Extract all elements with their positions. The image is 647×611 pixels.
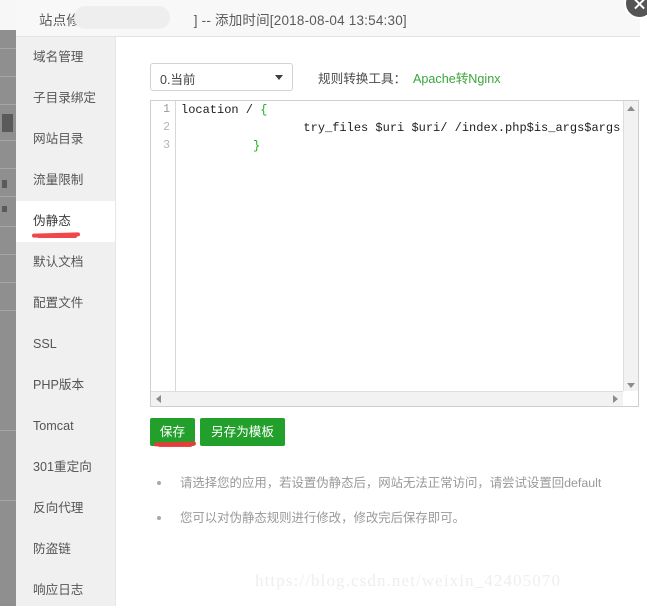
apache-to-nginx-link[interactable]: Apache转Nginx [413, 68, 501, 87]
sidebar-item-label: 网站目录 [33, 132, 84, 146]
scroll-up-icon[interactable] [627, 106, 635, 111]
code-brace: } [253, 139, 261, 153]
sidebar-item-label: SSL [33, 337, 57, 351]
sidebar-item-label: 301重定向 [33, 460, 92, 474]
code-line: try_files $uri $uri/ /index.php$is_args$… [181, 119, 622, 137]
sidebar-item-default-document[interactable]: 默认文档 [16, 242, 115, 283]
scrollbar-corner [623, 391, 638, 406]
note-item: 请选择您的应用，若设置伪静态后，网站无法正常访问，请尝试设置回default [149, 475, 619, 491]
note-text: 您可以对伪静态规则进行修改，修改完后保存即可。 [180, 511, 465, 525]
note-item: 您可以对伪静态规则进行修改，修改完后保存即可。 [149, 510, 619, 526]
dialog-body: 域名管理 子目录绑定 网站目录 流量限制 伪静态 默认文档 配置文件 SSL P… [16, 37, 640, 606]
redacted-site-name [74, 6, 170, 29]
sidebar-item-label: 域名管理 [33, 50, 84, 64]
settings-content: 0.当前 规则转换工具： Apache转Nginx 1 2 3 location… [117, 37, 640, 606]
chevron-down-icon [275, 75, 283, 80]
code-line: location / { [181, 101, 622, 119]
save-as-template-button[interactable]: 另存为模板 [200, 418, 285, 446]
sidebar-item-label: 防盗链 [33, 542, 71, 556]
bullet-icon [157, 516, 161, 520]
bullet-icon [157, 481, 161, 485]
sidebar-item-label: 流量限制 [33, 173, 84, 187]
red-underline-annotation [31, 232, 81, 238]
rewrite-rule-select-value: 0.当前 [160, 73, 196, 87]
sidebar-item-label: 默认文档 [33, 255, 84, 269]
line-number: 1 [163, 103, 170, 116]
sidebar-item-domain[interactable]: 域名管理 [16, 37, 115, 78]
editor-code-area[interactable]: location / { try_files $uri $uri/ /index… [177, 101, 622, 406]
sidebar-item-config-file[interactable]: 配置文件 [16, 283, 115, 324]
scroll-right-icon[interactable] [613, 395, 618, 403]
backdrop-top [0, 0, 16, 30]
rewrite-rule-select[interactable]: 0.当前 [150, 63, 293, 91]
sidebar-item-reverse-proxy[interactable]: 反向代理 [16, 488, 115, 529]
sidebar-item-anti-leech[interactable]: 防盗链 [16, 529, 115, 570]
editor-horizontal-scrollbar[interactable] [151, 391, 623, 406]
editor-vertical-scrollbar[interactable] [623, 101, 638, 393]
page-backdrop [0, 30, 16, 606]
sidebar-item-label: 反向代理 [33, 501, 84, 515]
red-underline-annotation-save [153, 441, 197, 447]
code-brace: { [260, 103, 268, 117]
settings-sidebar: 域名管理 子目录绑定 网站目录 流量限制 伪静态 默认文档 配置文件 SSL P… [16, 37, 116, 606]
sidebar-item-label: 响应日志 [33, 583, 84, 597]
sidebar-item-label: PHP版本 [33, 378, 85, 392]
watermark: https://blog.csdn.net/weixin_42405070 [255, 571, 562, 590]
site-edit-dialog: 站点修改[] -- 添加时间[2018-08-04 13:54:30] 域名管理… [16, 0, 647, 606]
help-notes: 请选择您的应用，若设置伪静态后，网站无法正常访问，请尝试设置回default 您… [149, 475, 619, 545]
scroll-down-icon[interactable] [627, 383, 635, 388]
sidebar-item-rewrite[interactable]: 伪静态 [16, 201, 115, 242]
screen-root: 站点修改[] -- 添加时间[2018-08-04 13:54:30] 域名管理… [0, 0, 647, 606]
sidebar-item-label: 配置文件 [33, 296, 84, 310]
page-scrollbar[interactable] [639, 0, 647, 606]
sidebar-item-label: 伪静态 [33, 214, 71, 228]
code-text: try_files $uri $uri/ /index.php$is_args$… [181, 121, 622, 135]
close-icon[interactable] [624, 0, 647, 19]
sidebar-item-label: 子目录绑定 [33, 91, 96, 105]
note-text: 请选择您的应用，若设置伪静态后，网站无法正常访问，请尝试设置回default [180, 476, 602, 490]
editor-gutter: 1 2 3 [151, 101, 176, 406]
rewrite-code-editor[interactable]: 1 2 3 location / { try_files $uri $uri/ … [150, 100, 639, 407]
sidebar-item-traffic-limit[interactable]: 流量限制 [16, 160, 115, 201]
sidebar-item-301-redirect[interactable]: 301重定向 [16, 447, 115, 488]
sidebar-item-ssl[interactable]: SSL [16, 324, 115, 365]
sidebar-item-label: Tomcat [33, 419, 74, 433]
sidebar-item-tomcat[interactable]: Tomcat [16, 406, 115, 447]
line-number: 2 [163, 121, 170, 134]
sidebar-item-php-version[interactable]: PHP版本 [16, 365, 115, 406]
sidebar-item-site-directory[interactable]: 网站目录 [16, 119, 115, 160]
sidebar-item-response-log[interactable]: 响应日志 [16, 570, 115, 611]
converter-label: 规则转换工具： [318, 72, 407, 86]
line-number: 3 [163, 139, 170, 152]
code-text: location / [181, 103, 261, 117]
dialog-header: 站点修改[] -- 添加时间[2018-08-04 13:54:30] [16, 0, 647, 37]
dialog-title-suffix: ] -- 添加时间[2018-08-04 13:54:30] [193, 13, 407, 28]
sidebar-item-subdirectory-binding[interactable]: 子目录绑定 [16, 78, 115, 119]
scroll-left-icon[interactable] [156, 395, 161, 403]
code-line: } [181, 137, 622, 155]
